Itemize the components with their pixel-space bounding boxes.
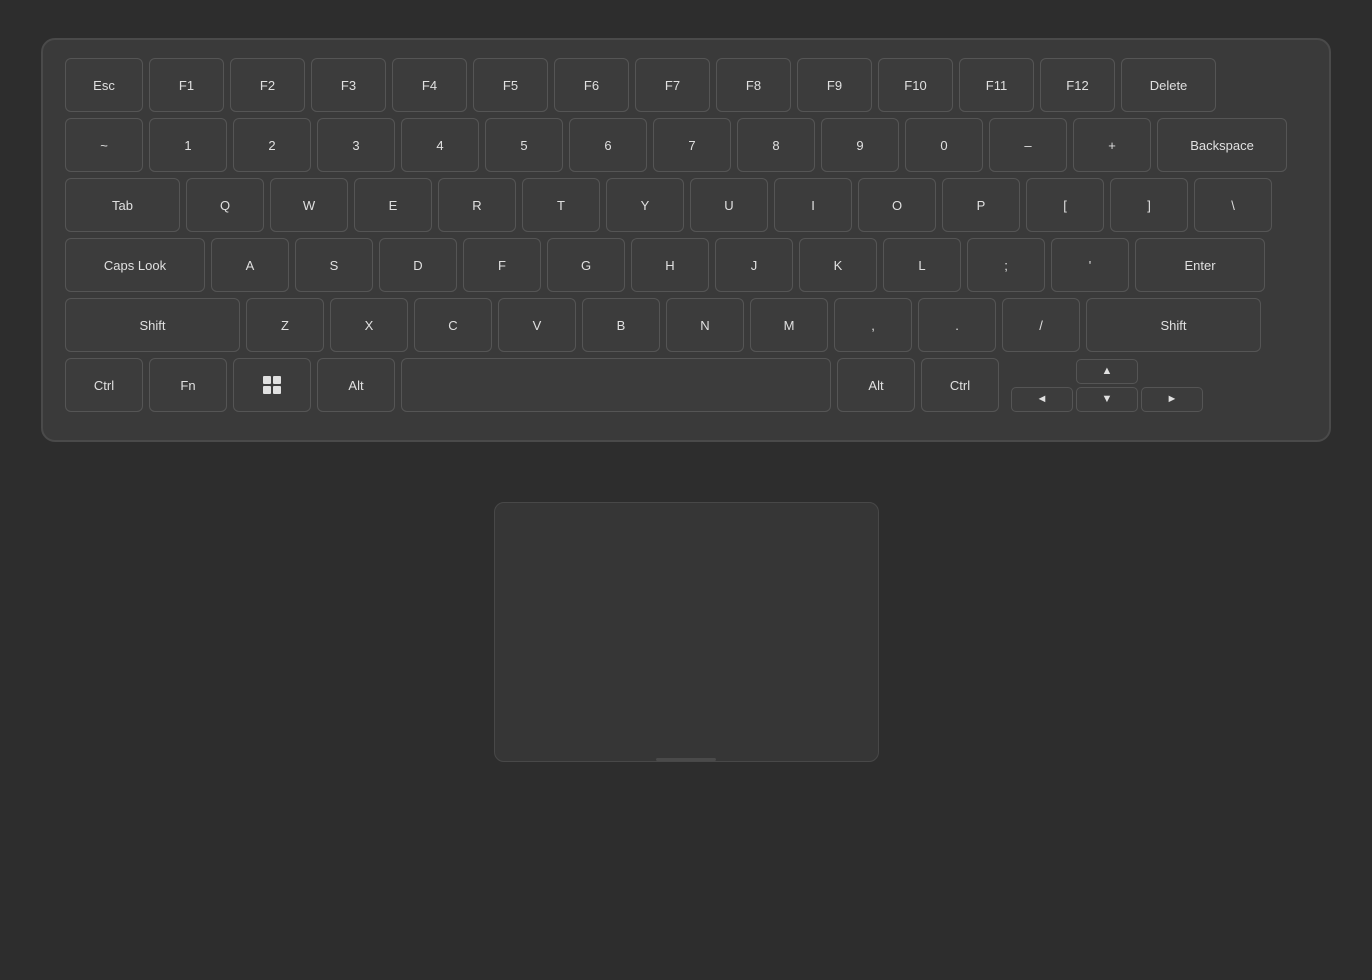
key-3[interactable]: 3	[317, 118, 395, 172]
key-quote[interactable]: '	[1051, 238, 1129, 292]
key-f6[interactable]: F6	[554, 58, 629, 112]
asdf-key-row: Caps Look A S D F G H J K L ; ' Enter	[65, 238, 1307, 292]
key-delete[interactable]: Delete	[1121, 58, 1216, 112]
key-5[interactable]: 5	[485, 118, 563, 172]
key-8[interactable]: 8	[737, 118, 815, 172]
key-comma[interactable]: ,	[834, 298, 912, 352]
key-g[interactable]: G	[547, 238, 625, 292]
key-enter[interactable]: Enter	[1135, 238, 1265, 292]
key-caps-lock[interactable]: Caps Look	[65, 238, 205, 292]
keyboard: Esc F1 F2 F3 F4 F5 F6 F7 F8 F9 F10 F11 F…	[41, 38, 1331, 442]
key-t[interactable]: T	[522, 178, 600, 232]
key-s[interactable]: S	[295, 238, 373, 292]
key-f10[interactable]: F10	[878, 58, 953, 112]
bottom-key-row: Ctrl Fn Alt Alt Ctrl ▲ ◄ ▼ ►	[65, 358, 1307, 412]
key-h[interactable]: H	[631, 238, 709, 292]
trackpad-wrapper	[0, 502, 1372, 762]
key-period[interactable]: .	[918, 298, 996, 352]
key-esc[interactable]: Esc	[65, 58, 143, 112]
key-f5[interactable]: F5	[473, 58, 548, 112]
number-key-row: ~ 1 2 3 4 5 6 7 8 9 0 – + Backspace	[65, 118, 1307, 172]
key-arrow-up[interactable]: ▲	[1076, 359, 1138, 384]
key-0[interactable]: 0	[905, 118, 983, 172]
key-tab[interactable]: Tab	[65, 178, 180, 232]
key-space[interactable]	[401, 358, 831, 412]
key-p[interactable]: P	[942, 178, 1020, 232]
key-7[interactable]: 7	[653, 118, 731, 172]
key-j[interactable]: J	[715, 238, 793, 292]
key-f[interactable]: F	[463, 238, 541, 292]
key-arrow-left[interactable]: ◄	[1011, 387, 1073, 412]
function-key-row: Esc F1 F2 F3 F4 F5 F6 F7 F8 F9 F10 F11 F…	[65, 58, 1307, 112]
zxcv-key-row: Shift Z X C V B N M , . / Shift	[65, 298, 1307, 352]
key-f3[interactable]: F3	[311, 58, 386, 112]
key-b[interactable]: B	[582, 298, 660, 352]
key-arrow-right[interactable]: ►	[1141, 387, 1203, 412]
key-d[interactable]: D	[379, 238, 457, 292]
key-backspace[interactable]: Backspace	[1157, 118, 1287, 172]
key-backslash[interactable]: \	[1194, 178, 1272, 232]
key-tilde[interactable]: ~	[65, 118, 143, 172]
arrow-top-row: ▲	[1011, 359, 1203, 384]
key-v[interactable]: V	[498, 298, 576, 352]
key-f9[interactable]: F9	[797, 58, 872, 112]
key-f2[interactable]: F2	[230, 58, 305, 112]
key-ctrl-right[interactable]: Ctrl	[921, 358, 999, 412]
key-n[interactable]: N	[666, 298, 744, 352]
key-u[interactable]: U	[690, 178, 768, 232]
key-i[interactable]: I	[774, 178, 852, 232]
key-1[interactable]: 1	[149, 118, 227, 172]
key-c[interactable]: C	[414, 298, 492, 352]
key-o[interactable]: O	[858, 178, 936, 232]
key-f7[interactable]: F7	[635, 58, 710, 112]
key-r[interactable]: R	[438, 178, 516, 232]
key-lbracket[interactable]: [	[1026, 178, 1104, 232]
key-arrow-down[interactable]: ▼	[1076, 387, 1138, 412]
key-f12[interactable]: F12	[1040, 58, 1115, 112]
key-f4[interactable]: F4	[392, 58, 467, 112]
key-shift-right[interactable]: Shift	[1086, 298, 1261, 352]
key-4[interactable]: 4	[401, 118, 479, 172]
arrow-bottom-row: ◄ ▼ ►	[1011, 387, 1203, 412]
arrow-key-cluster: ▲ ◄ ▼ ►	[1011, 359, 1203, 412]
key-m[interactable]: M	[750, 298, 828, 352]
key-plus[interactable]: +	[1073, 118, 1151, 172]
key-ctrl-left[interactable]: Ctrl	[65, 358, 143, 412]
key-f8[interactable]: F8	[716, 58, 791, 112]
key-rbracket[interactable]: ]	[1110, 178, 1188, 232]
key-x[interactable]: X	[330, 298, 408, 352]
key-y[interactable]: Y	[606, 178, 684, 232]
trackpad[interactable]	[494, 502, 879, 762]
key-l[interactable]: L	[883, 238, 961, 292]
key-z[interactable]: Z	[246, 298, 324, 352]
key-a[interactable]: A	[211, 238, 289, 292]
key-f11[interactable]: F11	[959, 58, 1034, 112]
key-alt-left[interactable]: Alt	[317, 358, 395, 412]
key-f1[interactable]: F1	[149, 58, 224, 112]
key-win[interactable]	[233, 358, 311, 412]
key-semicolon[interactable]: ;	[967, 238, 1045, 292]
key-shift-left[interactable]: Shift	[65, 298, 240, 352]
qwerty-key-row: Tab Q W E R T Y U I O P [ ] \	[65, 178, 1307, 232]
key-6[interactable]: 6	[569, 118, 647, 172]
key-9[interactable]: 9	[821, 118, 899, 172]
windows-icon	[263, 376, 281, 394]
key-fn[interactable]: Fn	[149, 358, 227, 412]
key-q[interactable]: Q	[186, 178, 264, 232]
key-slash[interactable]: /	[1002, 298, 1080, 352]
key-e[interactable]: E	[354, 178, 432, 232]
key-alt-right[interactable]: Alt	[837, 358, 915, 412]
key-w[interactable]: W	[270, 178, 348, 232]
key-minus[interactable]: –	[989, 118, 1067, 172]
key-2[interactable]: 2	[233, 118, 311, 172]
trackpad-line	[656, 758, 716, 761]
key-k[interactable]: K	[799, 238, 877, 292]
